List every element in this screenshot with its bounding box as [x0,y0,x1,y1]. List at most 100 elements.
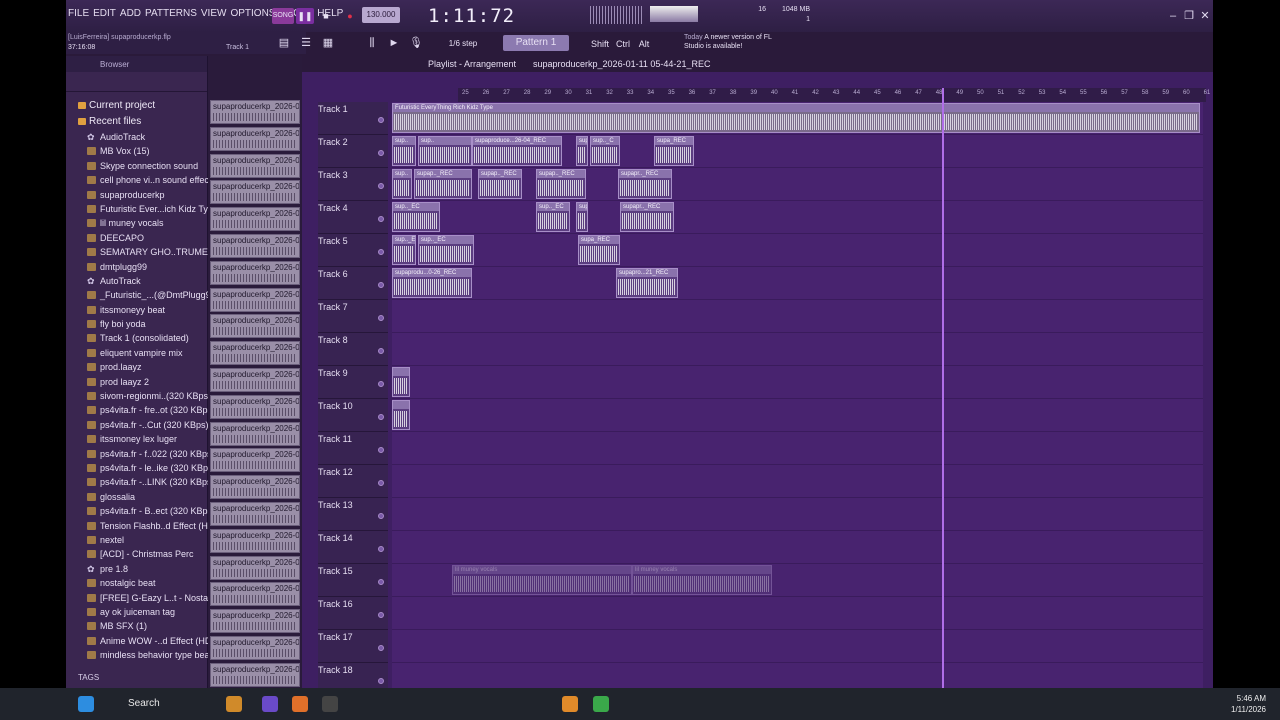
browser-item[interactable]: [FREE] G-Eazy L..t - Nostalgic [66,591,208,605]
playhead[interactable] [942,88,944,688]
browser-item[interactable]: Skype connection sound [66,159,208,173]
audio-clip[interactable]: supaprodu...0-26_REC [392,268,472,298]
restore-icon[interactable]: ❐ [1182,9,1196,23]
firefox-icon[interactable] [292,696,308,712]
track-header[interactable]: Track 7 [318,300,388,333]
browser-item[interactable]: ✿ AutoTrack [66,274,208,288]
piano-roll-icon[interactable]: ▦ [321,36,335,50]
mixer-icon[interactable]: ⫼ [365,36,379,50]
audio-clip[interactable]: sup.._EC [392,202,440,232]
clip-source-item[interactable]: supaproducerkp_2026-0... [210,502,300,526]
clip-source-item[interactable]: supaproducerkp_2026-0... [210,582,300,607]
audio-clip[interactable]: sup.._EC [418,235,474,265]
track-header[interactable]: Track 13 [318,498,388,531]
audio-clip[interactable]: sup.._C [590,136,620,166]
track-mute-led[interactable] [378,447,384,453]
audio-clip[interactable]: supa_REC [654,136,694,166]
pause-button[interactable]: ❚❚ [296,8,314,24]
track-mute-led[interactable] [378,216,384,222]
clip-source-item[interactable]: supaproducerkp_2026-0... [210,368,300,392]
track-header[interactable]: Track 16 [318,597,388,630]
browser-item[interactable]: ps4vita.fr - fre..ot (320 KBps) [66,403,208,417]
timeline-ruler[interactable]: 25 26 27 28 29 30 31 32 33 34 35 36 37 38 39 40 41 42 43 44… [458,88,1210,102]
windows-start-icon[interactable] [78,696,94,712]
clip-source-item[interactable]: supaproducerkp_2026-0... [210,126,300,151]
track-lane[interactable] [392,465,1203,498]
browser-item[interactable]: nextel [66,533,208,547]
tempo-display[interactable]: 130.000 [362,7,400,23]
track-lane[interactable] [392,432,1203,465]
clip-source-item[interactable]: supaproducerkp_2026-0... [210,662,300,687]
audio-clip[interactable]: supaproduce...26-04_REC [472,136,562,166]
browser-item[interactable]: ps4vita.fr - f..022 (320 KBps) [66,447,208,461]
track-mute-led[interactable] [378,579,384,585]
audio-clip[interactable]: supap.._REC [414,169,472,199]
song-mode-button[interactable]: SONG [272,8,294,24]
browser-item[interactable]: ps4vita.fr -..LINK (320 KBps) [66,475,208,489]
track-lane[interactable] [392,267,1203,300]
alt-button[interactable]: Alt [635,36,653,52]
clip-source-item[interactable]: supaproducerkp_2026-0... [210,260,300,285]
track-lane[interactable] [392,498,1203,531]
browser-item[interactable]: ✿ pre 1.8 [66,562,208,576]
browser-item[interactable]: eliquent vampire mix [66,346,208,360]
pattern-selector[interactable]: Pattern 1 [503,35,569,51]
browser-item[interactable]: [ACD] - Christmas Perc [66,547,208,561]
track-lane[interactable] [392,597,1203,630]
taskbar-search[interactable]: Search [98,695,208,713]
browser-item[interactable]: DEECAPO [66,231,208,245]
clip-source-item[interactable]: supaproducerkp_2026-0... [210,207,300,232]
audio-clip[interactable]: Futuristic EveryThing Rich Kidz Type [392,103,1200,133]
menu-item[interactable]: OPTIONS [230,8,275,19]
track-header[interactable]: Track 15 [318,564,388,597]
chrome-icon[interactable] [593,696,609,712]
track-header[interactable]: Track 17 [318,630,388,663]
audio-clip[interactable]: supap.._REC [536,169,586,199]
playlist-icon[interactable]: ▤ [277,36,291,50]
clip-source-item[interactable]: supaproducerkp_2026-0... [210,609,300,634]
track-header[interactable]: Track 18 [318,663,388,688]
stop-button[interactable]: ■ [318,8,334,24]
browser-item[interactable]: dmtplugg99 [66,260,208,274]
track-header[interactable]: Track 2 [318,135,388,168]
audio-clip[interactable]: sup.. [392,169,412,199]
browser-item[interactable]: ps4vita.fr -..Cut (320 KBps) [66,418,208,432]
tags-label[interactable]: TAGS [78,673,99,682]
track-mute-led[interactable] [378,480,384,486]
news-panel[interactable]: Today A newer version of FL Studio is av… [684,33,788,51]
track-header[interactable]: Track 8 [318,333,388,366]
track-lane[interactable] [392,300,1203,333]
track-header[interactable]: Track 12 [318,465,388,498]
browser-item[interactable]: prod.laayz [66,360,208,374]
close-icon[interactable]: ✕ [1198,9,1212,23]
browser-item[interactable]: lil muney vocals [66,216,208,230]
track-header[interactable]: Track 14 [318,531,388,564]
track-header[interactable]: Track 3 [318,168,388,201]
clip-source-item[interactable]: supaproducerkp_2026-0... [210,287,300,312]
track-mute-led[interactable] [378,546,384,552]
browser-item[interactable]: MB SFX (1) [66,619,208,633]
clip-source-item[interactable]: supaproducerkp_2026-0... [210,421,300,446]
menu-item[interactable]: PATTERNS [145,8,197,19]
audio-clip[interactable]: sup.. [418,136,472,166]
browser-item[interactable]: glossalia [66,490,208,504]
browser-item[interactable]: itssmoney lex luger [66,432,208,446]
track-mute-led[interactable] [378,249,384,255]
store-icon[interactable] [322,696,338,712]
browser-item[interactable]: nostalgic beat [66,576,208,590]
channel-rack-icon[interactable]: ☰ [299,36,313,50]
track-mute-led[interactable] [378,381,384,387]
master-volume-slider[interactable] [650,6,698,22]
browser-item[interactable]: ✿ AudioTrack [66,130,208,144]
track-lane[interactable] [392,201,1203,234]
browser-item[interactable]: fly boi yoda [66,317,208,331]
browser-item[interactable]: ay ok juiceman tag [66,605,208,619]
clip-source-item[interactable]: supaproducerkp_2026-0... [210,314,300,339]
audio-clip[interactable]: sup.._EC [536,202,570,232]
browser-item[interactable]: itssmoneyy beat [66,303,208,317]
track-lane[interactable] [392,663,1203,688]
audio-clip[interactable]: supapr.._REC [620,202,674,232]
audio-clip[interactable]: sup.. [392,136,416,166]
audio-clip[interactable]: supapro...21_REC [616,268,678,298]
browser-item[interactable]: supaproducerkp [66,188,208,202]
